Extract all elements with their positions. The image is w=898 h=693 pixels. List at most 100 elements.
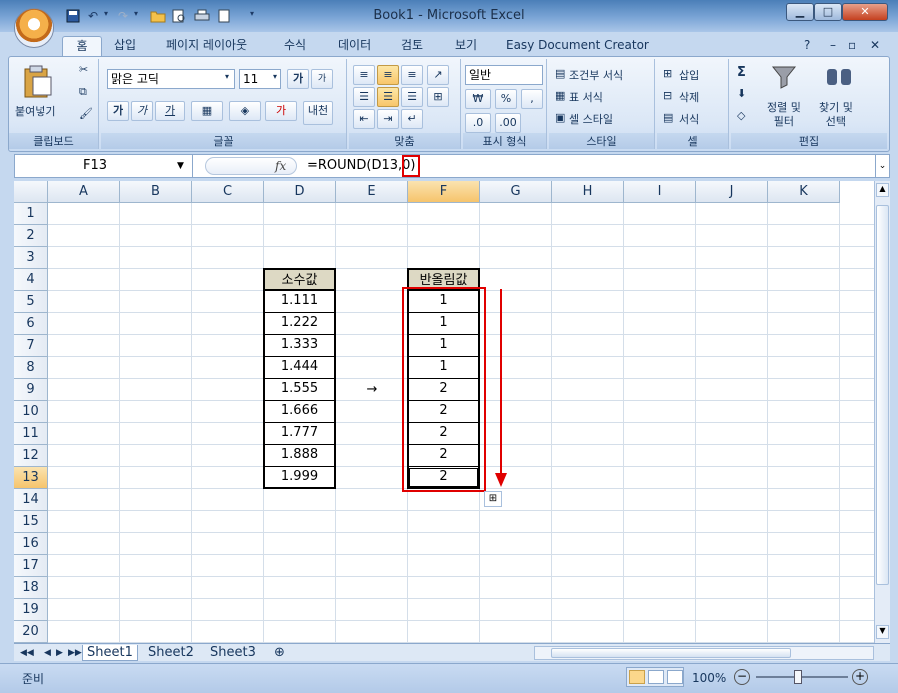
row-header-17[interactable]: 17: [14, 555, 48, 577]
sheet-tab-sheet1[interactable]: Sheet1: [82, 645, 138, 661]
new-icon[interactable]: [218, 9, 230, 25]
row-header-15[interactable]: 15: [14, 511, 48, 533]
zoom-level[interactable]: 100%: [692, 671, 726, 685]
font-color-button[interactable]: 가: [265, 101, 297, 121]
column-header-a[interactable]: A: [48, 181, 120, 203]
column-header-e[interactable]: E: [336, 181, 408, 203]
print-icon[interactable]: [194, 9, 210, 25]
cut-icon[interactable]: ✂: [79, 63, 88, 76]
tab-formulas[interactable]: 수식: [276, 36, 314, 56]
maximize-button[interactable]: □: [814, 3, 842, 21]
align-left-icon[interactable]: ☰: [353, 87, 375, 107]
chevron-down-icon[interactable]: ▾: [134, 9, 138, 25]
find-select-icon[interactable]: [825, 63, 853, 92]
number-format-select[interactable]: 일반: [465, 65, 543, 85]
row-header-13[interactable]: 13: [14, 467, 48, 489]
delete-cells-icon[interactable]: ⊟: [663, 89, 672, 102]
table-cell[interactable]: 1.999: [263, 466, 336, 489]
ribbon-restore-icon[interactable]: ▫: [840, 36, 864, 56]
underline-button[interactable]: 가: [155, 101, 185, 121]
decrease-decimal-icon[interactable]: .00: [495, 113, 521, 133]
borders-icon[interactable]: ▦: [191, 101, 223, 121]
table-cell[interactable]: 1.111: [263, 290, 336, 313]
conditional-format-button[interactable]: 조건부 서식: [569, 67, 623, 83]
customize-quick-access-icon[interactable]: ▾: [250, 9, 254, 25]
row-header-10[interactable]: 10: [14, 401, 48, 423]
table-cell[interactable]: 1.444: [263, 356, 336, 379]
page-break-view-icon[interactable]: [667, 670, 683, 684]
horizontal-scrollbar[interactable]: [534, 646, 874, 660]
first-sheet-icon[interactable]: ◀◀: [16, 645, 38, 661]
phonetic-icon[interactable]: 내천: [303, 101, 333, 125]
insert-cells-icon[interactable]: ⊞: [663, 67, 672, 80]
format-cells-icon[interactable]: ▤: [663, 111, 673, 124]
column-header-g[interactable]: G: [480, 181, 552, 203]
chevron-down-icon[interactable]: ▾: [273, 72, 277, 81]
office-button[interactable]: [14, 8, 54, 48]
zoom-slider-thumb[interactable]: [794, 670, 802, 684]
name-box[interactable]: F13: [15, 155, 193, 177]
tab-review[interactable]: 검토: [393, 36, 431, 56]
help-icon[interactable]: ?: [796, 36, 818, 56]
redo-icon[interactable]: ↷: [118, 9, 128, 25]
view-buttons[interactable]: [626, 667, 684, 687]
bold-button[interactable]: 가: [107, 101, 129, 121]
print-preview-icon[interactable]: [172, 9, 186, 25]
column-header-f[interactable]: F: [408, 181, 480, 203]
table-cell[interactable]: 1.333: [263, 334, 336, 357]
increase-decimal-icon[interactable]: .0: [465, 113, 491, 133]
row-header-4[interactable]: 4: [14, 269, 48, 291]
row-header-12[interactable]: 12: [14, 445, 48, 467]
sort-filter-button[interactable]: 정렬 및 필터: [767, 101, 801, 129]
chevron-down-icon[interactable]: ▾: [225, 72, 229, 81]
table-cell[interactable]: 1.666: [263, 400, 336, 423]
row-header-11[interactable]: 11: [14, 423, 48, 445]
tab-view[interactable]: 보기: [447, 36, 485, 56]
insert-cells-button[interactable]: 삽입: [679, 67, 699, 83]
open-icon[interactable]: [150, 9, 166, 25]
row-header-5[interactable]: 5: [14, 291, 48, 313]
shrink-font-button[interactable]: 가: [311, 69, 333, 89]
tab-data[interactable]: 데이터: [330, 36, 379, 56]
table-format-button[interactable]: 표 서식: [569, 89, 603, 105]
row-header-18[interactable]: 18: [14, 577, 48, 599]
sheet-tab-sheet2[interactable]: Sheet2: [144, 645, 198, 661]
zoom-out-icon[interactable]: −: [734, 669, 750, 685]
tab-home[interactable]: 홈: [62, 36, 102, 56]
scroll-thumb[interactable]: [876, 205, 889, 585]
chevron-down-icon[interactable]: ▼: [177, 155, 184, 177]
table-cell[interactable]: 1.888: [263, 444, 336, 467]
column-header-h[interactable]: H: [552, 181, 624, 203]
normal-view-icon[interactable]: [629, 670, 645, 684]
cell-styles-icon[interactable]: ▣: [555, 111, 565, 124]
table-cell[interactable]: 1.555: [263, 378, 336, 401]
tab-page-layout[interactable]: 페이지 레이아웃: [158, 36, 255, 56]
row-header-3[interactable]: 3: [14, 247, 48, 269]
autofill-options-icon[interactable]: ⊞: [484, 491, 502, 507]
merge-center-icon[interactable]: ⊞: [427, 87, 449, 107]
align-right-icon[interactable]: ☰: [401, 87, 423, 107]
row-header-7[interactable]: 7: [14, 335, 48, 357]
worksheet-grid[interactable]: ABCDEFGHIJK 1 2 3 4 5 6 7 8 9 10 11 12 13 14 15 16 17 18 1…: [14, 181, 874, 643]
tab-insert[interactable]: 삽입: [106, 36, 144, 56]
row-header-20[interactable]: 20: [14, 621, 48, 643]
save-icon[interactable]: [66, 9, 80, 25]
table-cell[interactable]: 1.222: [263, 312, 336, 335]
comma-button[interactable]: ,: [521, 89, 543, 109]
undo-icon[interactable]: ↶: [88, 9, 98, 25]
column-header-j[interactable]: J: [696, 181, 768, 203]
tab-easy-document-creator[interactable]: Easy Document Creator: [498, 36, 657, 56]
increase-indent-icon[interactable]: ⇥: [377, 109, 399, 129]
workbook-close-icon[interactable]: ✕: [862, 36, 888, 56]
table-header-cell[interactable]: 소수값: [263, 268, 336, 291]
copy-icon[interactable]: ⧉: [79, 85, 87, 99]
align-bottom-icon[interactable]: ≡: [401, 65, 423, 85]
sheet-tab-sheet3[interactable]: Sheet3: [206, 645, 260, 661]
hscroll-thumb[interactable]: [551, 648, 791, 658]
percent-button[interactable]: %: [495, 89, 517, 109]
row-header-9[interactable]: 9: [14, 379, 48, 401]
scroll-down-icon[interactable]: ▼: [876, 625, 889, 639]
zoom-in-icon[interactable]: +: [852, 669, 868, 685]
delete-cells-button[interactable]: 삭제: [679, 89, 699, 105]
paste-button[interactable]: 붙여넣기: [15, 103, 55, 119]
